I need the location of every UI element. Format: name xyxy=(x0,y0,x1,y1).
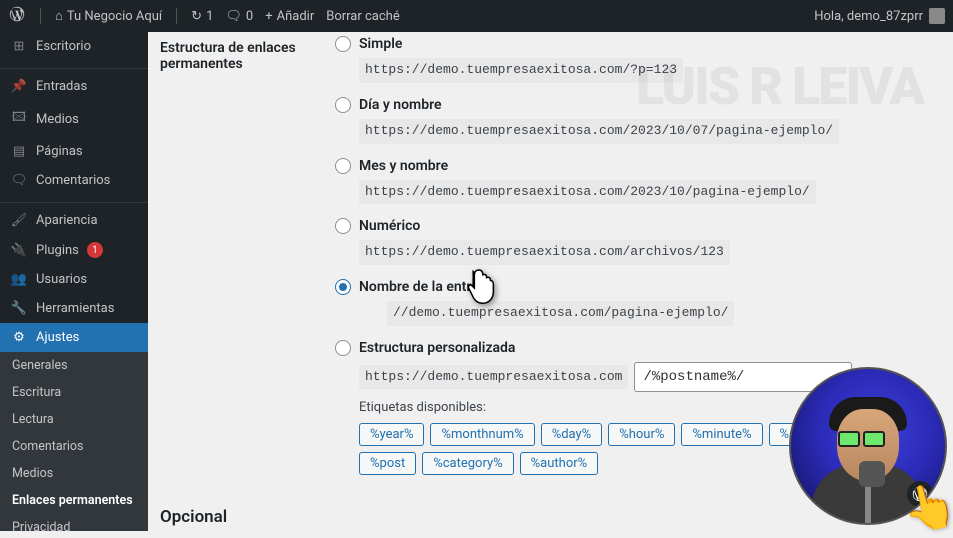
option-numeric: Numérico https://demo.tuempresaexitosa.c… xyxy=(335,218,941,265)
tag-category[interactable]: %category% xyxy=(422,452,513,475)
comment-icon: 🗨 xyxy=(10,173,28,188)
sidebar-item-users[interactable]: 👥Usuarios xyxy=(0,265,148,294)
example-simple: https://demo.tuempresaexitosa.com/?p=123 xyxy=(359,58,683,83)
updates-link[interactable]: ↻ 1 xyxy=(191,9,213,24)
label-post-name[interactable]: Nombre de la entrada xyxy=(359,279,494,295)
users-icon: 👥 xyxy=(10,272,28,287)
example-post-name: //demo.tuempresaexitosa.com/pagina-ejemp… xyxy=(387,301,734,326)
sub-permalinks[interactable]: Enlaces permanentes xyxy=(0,487,148,514)
page-icon: ▤ xyxy=(10,144,28,159)
admin-toolbar: ⌂ Tu Negocio Aquí ↻ 1 🗨 0 + Añadir Borra… xyxy=(0,0,953,32)
sidebar-item-comments[interactable]: 🗨Comentarios xyxy=(0,166,148,195)
radio-month-name[interactable] xyxy=(335,158,351,174)
sub-privacy[interactable]: Privacidad xyxy=(0,514,148,531)
radio-simple[interactable] xyxy=(335,36,351,52)
plug-icon: 🔌 xyxy=(10,243,28,258)
sidebar-item-appearance[interactable]: 🖌Apariencia xyxy=(0,206,148,235)
option-post-name: Nombre de la entrada //demo.tuempresaexi… xyxy=(335,279,941,326)
site-name-link[interactable]: ⌂ Tu Negocio Aquí xyxy=(55,8,162,24)
label-simple[interactable]: Simple xyxy=(359,36,402,52)
sidebar-item-tools[interactable]: 🔧Herramientas xyxy=(0,294,148,323)
tag-postname[interactable]: %post xyxy=(359,452,416,475)
option-month-name: Mes y nombre https://demo.tuempresaexito… xyxy=(335,158,941,205)
sub-reading[interactable]: Lectura xyxy=(0,406,148,433)
option-simple: Simple https://demo.tuempresaexitosa.com… xyxy=(335,36,941,83)
sidebar-item-plugins[interactable]: 🔌Plugins1 xyxy=(0,235,148,265)
sidebar-item-posts[interactable]: 📌Entradas xyxy=(0,72,148,101)
tag-minute[interactable]: %minute% xyxy=(681,423,762,446)
wp-logo-icon[interactable] xyxy=(8,5,26,27)
sidebar-item-settings[interactable]: ⚙Ajustes xyxy=(0,323,148,352)
comment-icon: 🗨 xyxy=(225,9,242,24)
example-numeric: https://demo.tuempresaexitosa.com/archiv… xyxy=(359,240,730,265)
howdy-link[interactable]: Hola, demo_87zprr xyxy=(814,9,923,24)
example-month-name: https://demo.tuempresaexitosa.com/2023/1… xyxy=(359,180,816,205)
new-content-link[interactable]: + Añadir xyxy=(265,9,314,24)
label-month-name[interactable]: Mes y nombre xyxy=(359,158,448,174)
example-day-name: https://demo.tuempresaexitosa.com/2023/1… xyxy=(359,119,839,144)
media-icon: 🖾 xyxy=(10,108,28,130)
tag-day[interactable]: %day% xyxy=(541,423,603,446)
refresh-icon: ↻ xyxy=(191,9,202,24)
dashboard-icon: ⊞ xyxy=(10,39,28,54)
tag-author[interactable]: %author% xyxy=(520,452,599,475)
plugins-badge: 1 xyxy=(87,242,103,258)
home-icon: ⌂ xyxy=(55,8,63,24)
pointer-hand-icon: 👆 xyxy=(897,476,953,538)
sub-writing[interactable]: Escritura xyxy=(0,379,148,406)
custom-base: https://demo.tuempresaexitosa.com xyxy=(359,365,628,390)
label-day-name[interactable]: Día y nombre xyxy=(359,97,442,113)
sidebar-item-media[interactable]: 🖾Medios xyxy=(0,101,148,137)
tag-hour[interactable]: %hour% xyxy=(608,423,675,446)
clear-cache-link[interactable]: Borrar caché xyxy=(326,9,400,24)
sub-general[interactable]: Generales xyxy=(0,352,148,379)
tag-year[interactable]: %year% xyxy=(359,423,424,446)
avatar[interactable] xyxy=(929,8,945,24)
sidebar-item-dashboard[interactable]: ⊞Escritorio xyxy=(0,32,148,61)
sub-media[interactable]: Medios xyxy=(0,460,148,487)
brush-icon: 🖌 xyxy=(10,213,28,228)
pin-icon: 📌 xyxy=(10,79,28,94)
radio-post-name[interactable] xyxy=(335,279,351,295)
wrench-icon: 🔧 xyxy=(10,301,28,316)
settings-submenu: Generales Escritura Lectura Comentarios … xyxy=(0,352,148,531)
plus-icon: + xyxy=(265,9,272,24)
option-day-name: Día y nombre https://demo.tuempresaexito… xyxy=(335,97,941,144)
tag-monthnum[interactable]: %monthnum% xyxy=(430,423,534,446)
comments-link[interactable]: 🗨 0 xyxy=(225,9,253,24)
radio-day-name[interactable] xyxy=(335,97,351,113)
sidebar-item-pages[interactable]: ▤Páginas xyxy=(0,137,148,166)
label-numeric[interactable]: Numérico xyxy=(359,218,420,234)
sliders-icon: ⚙ xyxy=(10,330,28,345)
label-custom[interactable]: Estructura personalizada xyxy=(359,340,515,356)
radio-custom[interactable] xyxy=(335,340,351,356)
radio-numeric[interactable] xyxy=(335,218,351,234)
admin-sidebar: ⊞Escritorio 📌Entradas 🖾Medios ▤Páginas 🗨… xyxy=(0,32,148,531)
sub-discussion[interactable]: Comentarios xyxy=(0,433,148,460)
structure-label: Estructura de enlaces permanentes xyxy=(160,36,335,72)
